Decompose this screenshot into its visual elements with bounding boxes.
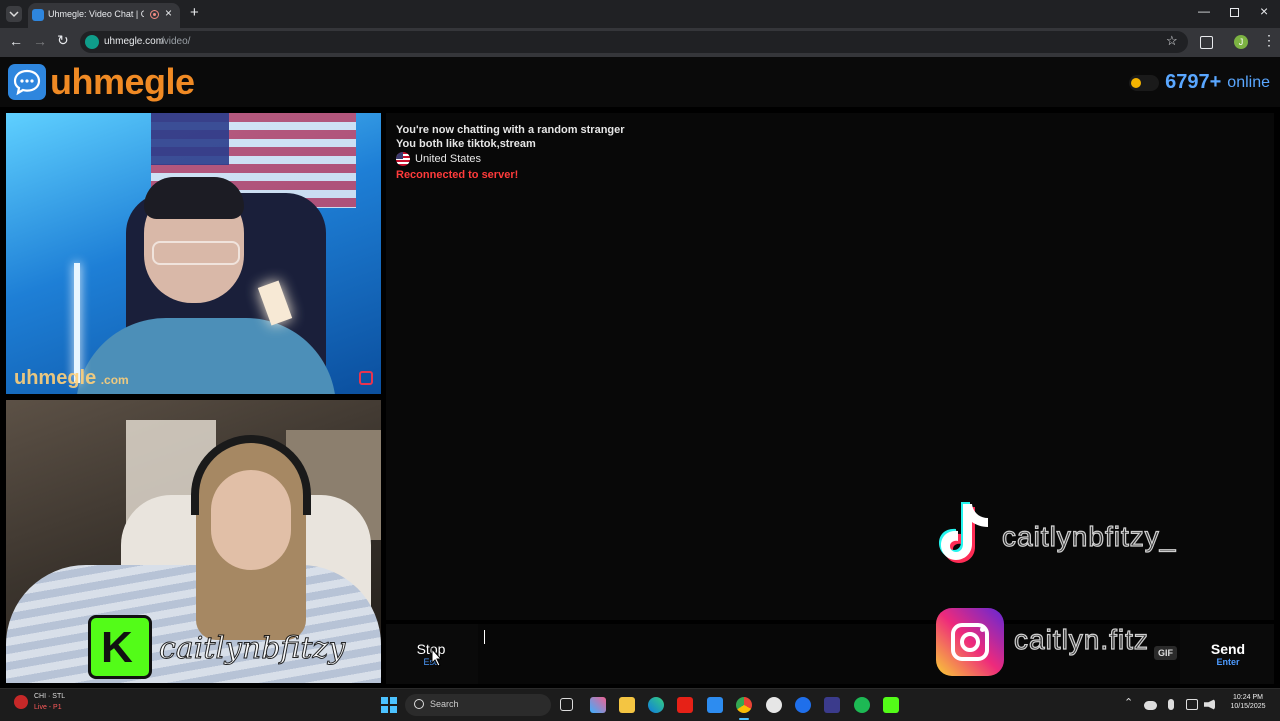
video-watermark: uhmegle .com <box>14 367 129 390</box>
clock[interactable]: 10:24 PM 10/15/2025 <box>1222 694 1274 710</box>
copilot-icon[interactable] <box>590 697 606 713</box>
country-name: United States <box>415 153 482 165</box>
browser-tab-bar: Uhmegle: Video Chat | Om × + — × <box>0 0 1280 28</box>
send-button[interactable]: Send Enter <box>1182 624 1274 684</box>
text-cursor <box>484 630 485 644</box>
tab-close-icon[interactable]: × <box>165 6 172 20</box>
streaming-app-icon[interactable] <box>883 697 899 713</box>
search-icon <box>414 699 424 709</box>
tiktok-handle: caitlynbfitzy_ <box>1001 520 1177 552</box>
clock-time: 10:24 PM <box>1233 694 1263 701</box>
menu-icon[interactable]: ⋮ <box>1262 32 1276 49</box>
chat-bubble-logo-icon[interactable] <box>8 64 46 100</box>
send-hint: Enter <box>1216 657 1240 667</box>
app-icon[interactable] <box>795 697 811 713</box>
self-video: K caitlynbfitzy <box>6 400 381 683</box>
online-label: online <box>1227 73 1270 91</box>
os-taskbar: CHI · STL Live - P1 Search ⌃ 10:24 PM 10… <box>0 688 1280 721</box>
report-flag-icon[interactable] <box>359 371 373 385</box>
flag-canton <box>151 113 229 165</box>
task-view-icon[interactable] <box>560 698 573 711</box>
instagram-logo-icon <box>936 608 1004 676</box>
tray-overflow-icon[interactable]: ⌃ <box>1124 696 1133 709</box>
browser-tab[interactable]: Uhmegle: Video Chat | Om × <box>28 3 180 28</box>
instagram-handle: caitlyn.fitz <box>1013 623 1149 655</box>
sports-badge-icon <box>14 695 28 709</box>
chat-message: You both like tiktok,stream <box>396 138 536 150</box>
online-count: 6797+ <box>1165 71 1222 93</box>
search-placeholder: Search <box>430 699 459 709</box>
forward-icon[interactable]: → <box>33 33 47 49</box>
profile-avatar[interactable]: J <box>1234 35 1248 49</box>
windows-start-icon[interactable] <box>381 697 397 713</box>
restore-icon[interactable] <box>1230 8 1239 17</box>
url-bar[interactable]: uhmegle.com /video/ ☆ <box>80 31 1188 53</box>
microphone-icon[interactable] <box>1168 699 1174 710</box>
kick-handle: caitlynbfitzy <box>158 631 346 667</box>
chat-bubble-icon <box>13 69 41 96</box>
site-logo-text[interactable]: uhmegle <box>50 61 195 103</box>
address-toolbar: ← → ↻ uhmegle.com /video/ ☆ J ⋮ <box>0 28 1280 57</box>
tiktok-logo-icon <box>934 498 1004 570</box>
stranger-hair <box>144 177 244 219</box>
send-label: Send <box>1210 641 1246 657</box>
reconnect-status: Reconnected to server! <box>396 169 519 181</box>
widget-bottom-text: Live - P1 <box>34 704 62 711</box>
extensions-icon[interactable] <box>1200 36 1213 49</box>
clock-date: 10/15/2025 <box>1230 703 1266 710</box>
chat-message: You're now chatting with a random strang… <box>396 124 625 136</box>
recording-icon <box>150 10 159 19</box>
chevron-down-icon <box>9 11 19 18</box>
url-path: /video/ <box>161 36 191 47</box>
tab-favicon-icon <box>32 9 44 21</box>
chat-log: You're now chatting with a random strang… <box>386 113 1274 620</box>
mouse-pointer-icon <box>431 648 443 667</box>
site-info-icon[interactable] <box>85 35 99 49</box>
writer-app-icon[interactable] <box>824 697 840 713</box>
taskbar-search[interactable]: Search <box>405 694 551 716</box>
edge-icon[interactable] <box>648 697 664 713</box>
kick-logo-icon: K <box>88 615 152 679</box>
chrome-icon[interactable] <box>736 697 752 713</box>
site-header: uhmegle 6797+ online <box>0 57 1280 107</box>
url-host: uhmegle.com <box>104 36 165 47</box>
youtube-icon[interactable] <box>677 697 693 713</box>
close-window-icon[interactable]: × <box>1260 3 1268 19</box>
new-tab-button[interactable]: + <box>190 4 199 21</box>
country-row: United States <box>396 152 481 166</box>
watermark-main: uhmegle <box>14 367 97 389</box>
sun-icon <box>1131 77 1142 88</box>
file-explorer-icon[interactable] <box>619 697 635 713</box>
online-counter: 6797+ online <box>1129 71 1270 94</box>
spotify-icon[interactable] <box>854 697 870 713</box>
watermark-suffix: .com <box>100 373 129 387</box>
reload-icon[interactable]: ↻ <box>57 32 69 49</box>
bookmark-star-icon[interactable]: ☆ <box>1166 33 1178 49</box>
status-toggle[interactable] <box>1129 74 1160 91</box>
stranger-video: uhmegle .com <box>6 113 381 394</box>
gif-button[interactable]: GIF <box>1154 646 1177 660</box>
volume-icon[interactable] <box>1204 699 1215 710</box>
us-flag-icon <box>396 152 410 166</box>
glasses <box>152 241 240 265</box>
github-icon[interactable] <box>766 697 782 713</box>
back-icon[interactable]: ← <box>9 33 23 49</box>
network-icon[interactable] <box>1186 699 1198 710</box>
tab-list-button[interactable] <box>6 6 22 22</box>
tab-title: Uhmegle: Video Chat | Om <box>48 9 144 19</box>
widget-top-text: CHI · STL <box>34 693 66 700</box>
minimize-icon[interactable]: — <box>1198 4 1210 18</box>
led-strip <box>74 263 80 383</box>
store-icon[interactable] <box>707 697 723 713</box>
chat-controls: Stop Esc caitlyn.fitz GIF Send Enter <box>386 608 1274 684</box>
onedrive-icon[interactable] <box>1144 701 1157 710</box>
